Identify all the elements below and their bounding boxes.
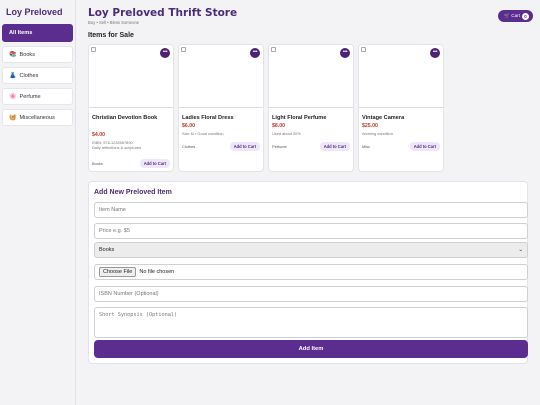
sidebar-item-label: Miscellaneous — [19, 114, 55, 121]
broken-image-icon — [271, 47, 276, 52]
more-options-icon[interactable]: ••• — [250, 48, 260, 58]
books-icon: 📚 — [9, 51, 17, 58]
product-name: Ladies Floral Dress — [182, 115, 234, 121]
product-grid: ••• Christian Devotion Book $4.00 ISBN: … — [88, 44, 444, 172]
sidebar-item-label: Perfume — [19, 93, 41, 100]
cart-button[interactable]: 🛒 Cart 0 — [498, 10, 533, 22]
cart-count-badge: 0 — [522, 12, 529, 20]
product-description: Working condition — [362, 130, 393, 136]
add-to-cart-button[interactable]: Add to Cart — [319, 142, 350, 151]
main-content: Loy Preloved Thrift Store Buy • Sell • B… — [88, 0, 540, 405]
sidebar-item-miscellaneous[interactable]: 🧺 Miscellaneous — [2, 109, 73, 126]
product-price: $6.00 — [182, 123, 195, 129]
page-title: Loy Preloved Thrift Store — [88, 7, 238, 19]
product-footer: Perfume Add to Cart — [272, 142, 350, 151]
product-card: ••• Vintage Camera $25.00 Working condit… — [358, 44, 444, 172]
add-to-cart-button[interactable]: Add to Cart — [409, 142, 440, 151]
product-footer: Books Add to Cart — [92, 159, 170, 168]
add-item-button[interactable]: Add Item — [94, 340, 528, 358]
product-footer: Misc Add to Cart — [362, 142, 440, 151]
product-description: Used about 20% — [272, 130, 301, 136]
product-card: ••• Ladies Floral Dress $6.00 Size M • G… — [178, 44, 264, 172]
product-category: Clothes — [182, 144, 196, 149]
cart-label: 🛒 Cart — [504, 13, 520, 18]
sidebar-brand: Loy Preloved — [6, 7, 63, 17]
product-footer: Clothes Add to Cart — [182, 142, 260, 151]
add-to-cart-button[interactable]: Add to Cart — [229, 142, 260, 151]
isbn-input[interactable]: ISBN Number (Optional) — [94, 286, 528, 302]
item-name-input[interactable]: Item Name — [94, 202, 528, 218]
add-to-cart-button[interactable]: Add to Cart — [139, 159, 170, 168]
more-options-icon[interactable]: ••• — [160, 48, 170, 58]
category-nav: All Items 📚 Books 👗 Clothes 🌸 Perfume 🧺 … — [0, 24, 75, 126]
sidebar-item-books[interactable]: 📚 Books — [2, 46, 73, 63]
dress-icon: 👗 — [9, 72, 17, 79]
flower-icon: 🌸 — [9, 93, 17, 100]
file-status: No file chosen — [139, 269, 175, 275]
sidebar-item-label: Books — [19, 51, 36, 58]
product-category: Books — [92, 161, 103, 166]
section-title: Items for Sale — [88, 32, 134, 39]
product-card: ••• Christian Devotion Book $4.00 ISBN: … — [88, 44, 174, 172]
page-tagline: Buy • Sell • Bless Someone — [88, 20, 140, 25]
product-price: $4.00 — [92, 132, 105, 138]
product-description: ISBN: 978-1234567890 Daily reflections &… — [92, 140, 141, 150]
product-description: Size M • Good condition — [182, 130, 224, 136]
broken-image-icon — [181, 47, 186, 52]
product-name: Vintage Camera — [362, 115, 405, 121]
broken-image-icon — [361, 47, 366, 52]
product-name: Christian Devotion Book — [92, 115, 158, 121]
product-price: $8.00 — [272, 123, 285, 129]
sidebar-item-all-items[interactable]: All Items — [2, 24, 73, 42]
category-select[interactable]: Books ⌄ — [94, 242, 528, 258]
price-input[interactable]: Price e.g. $5 — [94, 223, 528, 239]
sidebar-item-label: Clothes — [19, 72, 39, 79]
add-item-form: Add New Preloved Item Item Name Price e.… — [88, 181, 528, 364]
product-name: Light Floral Perfume — [272, 115, 327, 121]
sidebar-item-clothes[interactable]: 👗 Clothes — [2, 67, 73, 84]
sidebar-item-perfume[interactable]: 🌸 Perfume — [2, 88, 73, 105]
form-title: Add New Preloved Item — [94, 189, 172, 196]
basket-icon: 🧺 — [9, 114, 17, 121]
category-select-value: Books — [99, 247, 115, 253]
image-file-input[interactable]: Choose File No file chosen — [94, 264, 528, 280]
choose-file-button[interactable]: Choose File — [99, 267, 137, 277]
product-category: Misc — [362, 144, 370, 149]
broken-image-icon — [91, 47, 96, 52]
product-price: $25.00 — [362, 123, 378, 129]
more-options-icon[interactable]: ••• — [430, 48, 440, 58]
product-detail: Daily reflections & scriptures — [92, 144, 142, 150]
more-options-icon[interactable]: ••• — [340, 48, 350, 58]
synopsis-textarea[interactable]: Short Synopsis (Optional) — [94, 307, 528, 338]
sidebar-item-label: All Items — [9, 30, 33, 36]
sidebar: Loy Preloved All Items 📚 Books 👗 Clothes… — [0, 0, 76, 405]
product-card: ••• Light Floral Perfume $8.00 Used abou… — [268, 44, 354, 172]
chevron-down-icon: ⌄ — [518, 247, 523, 253]
product-category: Perfume — [272, 144, 287, 149]
